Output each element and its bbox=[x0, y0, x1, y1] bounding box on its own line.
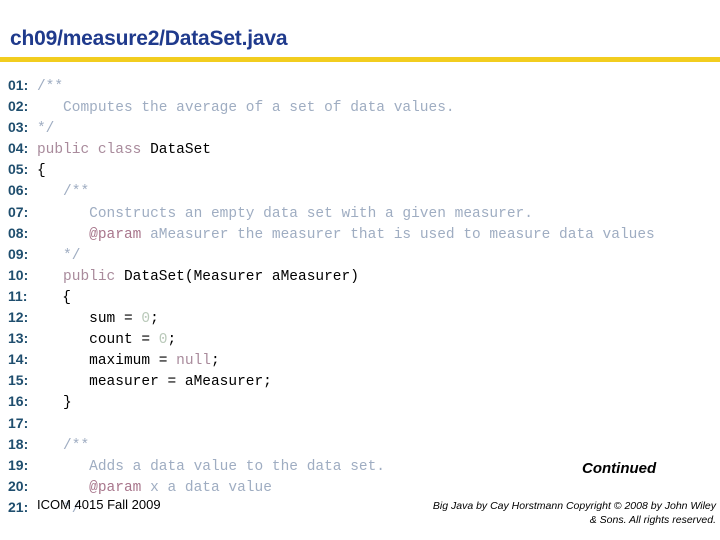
code-line: 08: @param aMeasurer the measurer that i… bbox=[8, 224, 655, 243]
code-token: Constructs an empty data set with a give… bbox=[89, 205, 533, 222]
code-line-number: 05: bbox=[8, 161, 29, 178]
code-line-number: 13: bbox=[8, 330, 29, 347]
code-line: 09: */ bbox=[8, 245, 81, 264]
code-token: Adds a data value to the data set. bbox=[89, 458, 386, 475]
code-token: sum = bbox=[89, 311, 142, 328]
code-line-number: 09: bbox=[8, 245, 29, 262]
code-token: ; bbox=[210, 353, 220, 370]
code-line-number: 12: bbox=[8, 309, 29, 326]
code-token: } bbox=[63, 395, 72, 412]
code-token: maximum = bbox=[89, 353, 177, 370]
code-token: null bbox=[176, 353, 211, 370]
code-token: ; bbox=[167, 332, 177, 349]
code-line: 07: Constructs an empty data set with a … bbox=[8, 203, 533, 222]
code-line: 02: Computes the average of a set of dat… bbox=[8, 98, 455, 117]
code-line-number: 10: bbox=[8, 266, 29, 283]
code-line: 13: count = 0; bbox=[8, 330, 177, 349]
code-line-number: 03: bbox=[8, 119, 29, 136]
code-token: @param bbox=[89, 479, 142, 496]
code-token: ; bbox=[150, 311, 159, 328]
code-line-number: 15: bbox=[8, 372, 29, 389]
code-line: 05: { bbox=[8, 161, 46, 180]
code-line-number: 19: bbox=[8, 456, 29, 473]
code-line-number: 21: bbox=[8, 498, 29, 515]
code-token: Computes the average of a set of data va… bbox=[63, 100, 455, 117]
code-token: /** bbox=[36, 79, 64, 95]
code-token: measurer = aMeasurer; bbox=[89, 374, 272, 391]
code-line: 06: /** bbox=[8, 182, 90, 201]
code-token: DataSet(Measurer aMeasurer) bbox=[123, 268, 359, 285]
code-line-number: 20: bbox=[8, 477, 29, 494]
code-line-number: 11: bbox=[8, 287, 28, 304]
code-token: @param bbox=[89, 226, 142, 243]
code-line-number: 14: bbox=[8, 351, 29, 368]
code-line-number: 06: bbox=[8, 182, 29, 199]
copyright-line-2: & Sons. All rights reserved. bbox=[589, 514, 716, 526]
code-token: { bbox=[36, 163, 46, 180]
code-token: public class bbox=[36, 142, 151, 159]
code-token: { bbox=[62, 289, 71, 306]
continued-label: Continued bbox=[582, 460, 657, 477]
code-line-number: 01: bbox=[8, 77, 29, 93]
code-line-number: 18: bbox=[8, 435, 29, 452]
code-token: 0 bbox=[141, 311, 151, 328]
code-line-number: 08: bbox=[8, 224, 29, 241]
code-line: 20: @param x a data value bbox=[8, 477, 272, 496]
page-title: ch09/measure2/DataSet.java bbox=[10, 27, 288, 50]
code-line: 19: Adds a data value to the data set. bbox=[8, 456, 386, 475]
code-token: public bbox=[63, 268, 124, 285]
code-line: 10: public DataSet(Measurer aMeasurer) bbox=[8, 266, 359, 285]
code-listing: 01: /** 02: Computes the average of a se… bbox=[8, 76, 720, 519]
code-token: x a data value bbox=[141, 479, 272, 496]
code-line: 04: public class DataSet bbox=[8, 140, 211, 159]
code-line-number: 07: bbox=[8, 203, 29, 220]
code-line-number: 16: bbox=[8, 393, 29, 410]
code-line: 11: { bbox=[8, 287, 71, 306]
code-token: /** bbox=[63, 437, 90, 454]
code-line: 12: sum = 0; bbox=[8, 309, 159, 328]
copyright-line-1: Big Java by Cay Horstmann Copyright © 20… bbox=[432, 500, 716, 512]
footer-course-label: ICOM 4015 Fall 2009 bbox=[37, 497, 161, 512]
code-line: 16: } bbox=[8, 393, 72, 412]
title-divider bbox=[0, 57, 720, 62]
code-line: 15: measurer = aMeasurer; bbox=[8, 372, 272, 391]
code-token: aMeasurer the measurer that is used to m… bbox=[141, 226, 655, 243]
code-line: 01: /** bbox=[8, 77, 64, 95]
code-line: 17: bbox=[8, 414, 37, 433]
footer-copyright: Big Java by Cay Horstmann Copyright © 20… bbox=[366, 499, 716, 527]
code-token: */ bbox=[63, 247, 81, 264]
code-line-number: 04: bbox=[8, 140, 29, 157]
code-line: 18: /** bbox=[8, 435, 90, 454]
code-line: 14: maximum = null; bbox=[8, 351, 220, 370]
code-line-number: 02: bbox=[8, 98, 29, 115]
code-token: /** bbox=[63, 184, 90, 201]
code-token: */ bbox=[36, 121, 55, 138]
code-line-number: 17: bbox=[8, 414, 29, 431]
code-token: DataSet bbox=[150, 142, 211, 159]
code-line: 03: */ bbox=[8, 119, 55, 138]
code-token: count = bbox=[89, 332, 159, 349]
